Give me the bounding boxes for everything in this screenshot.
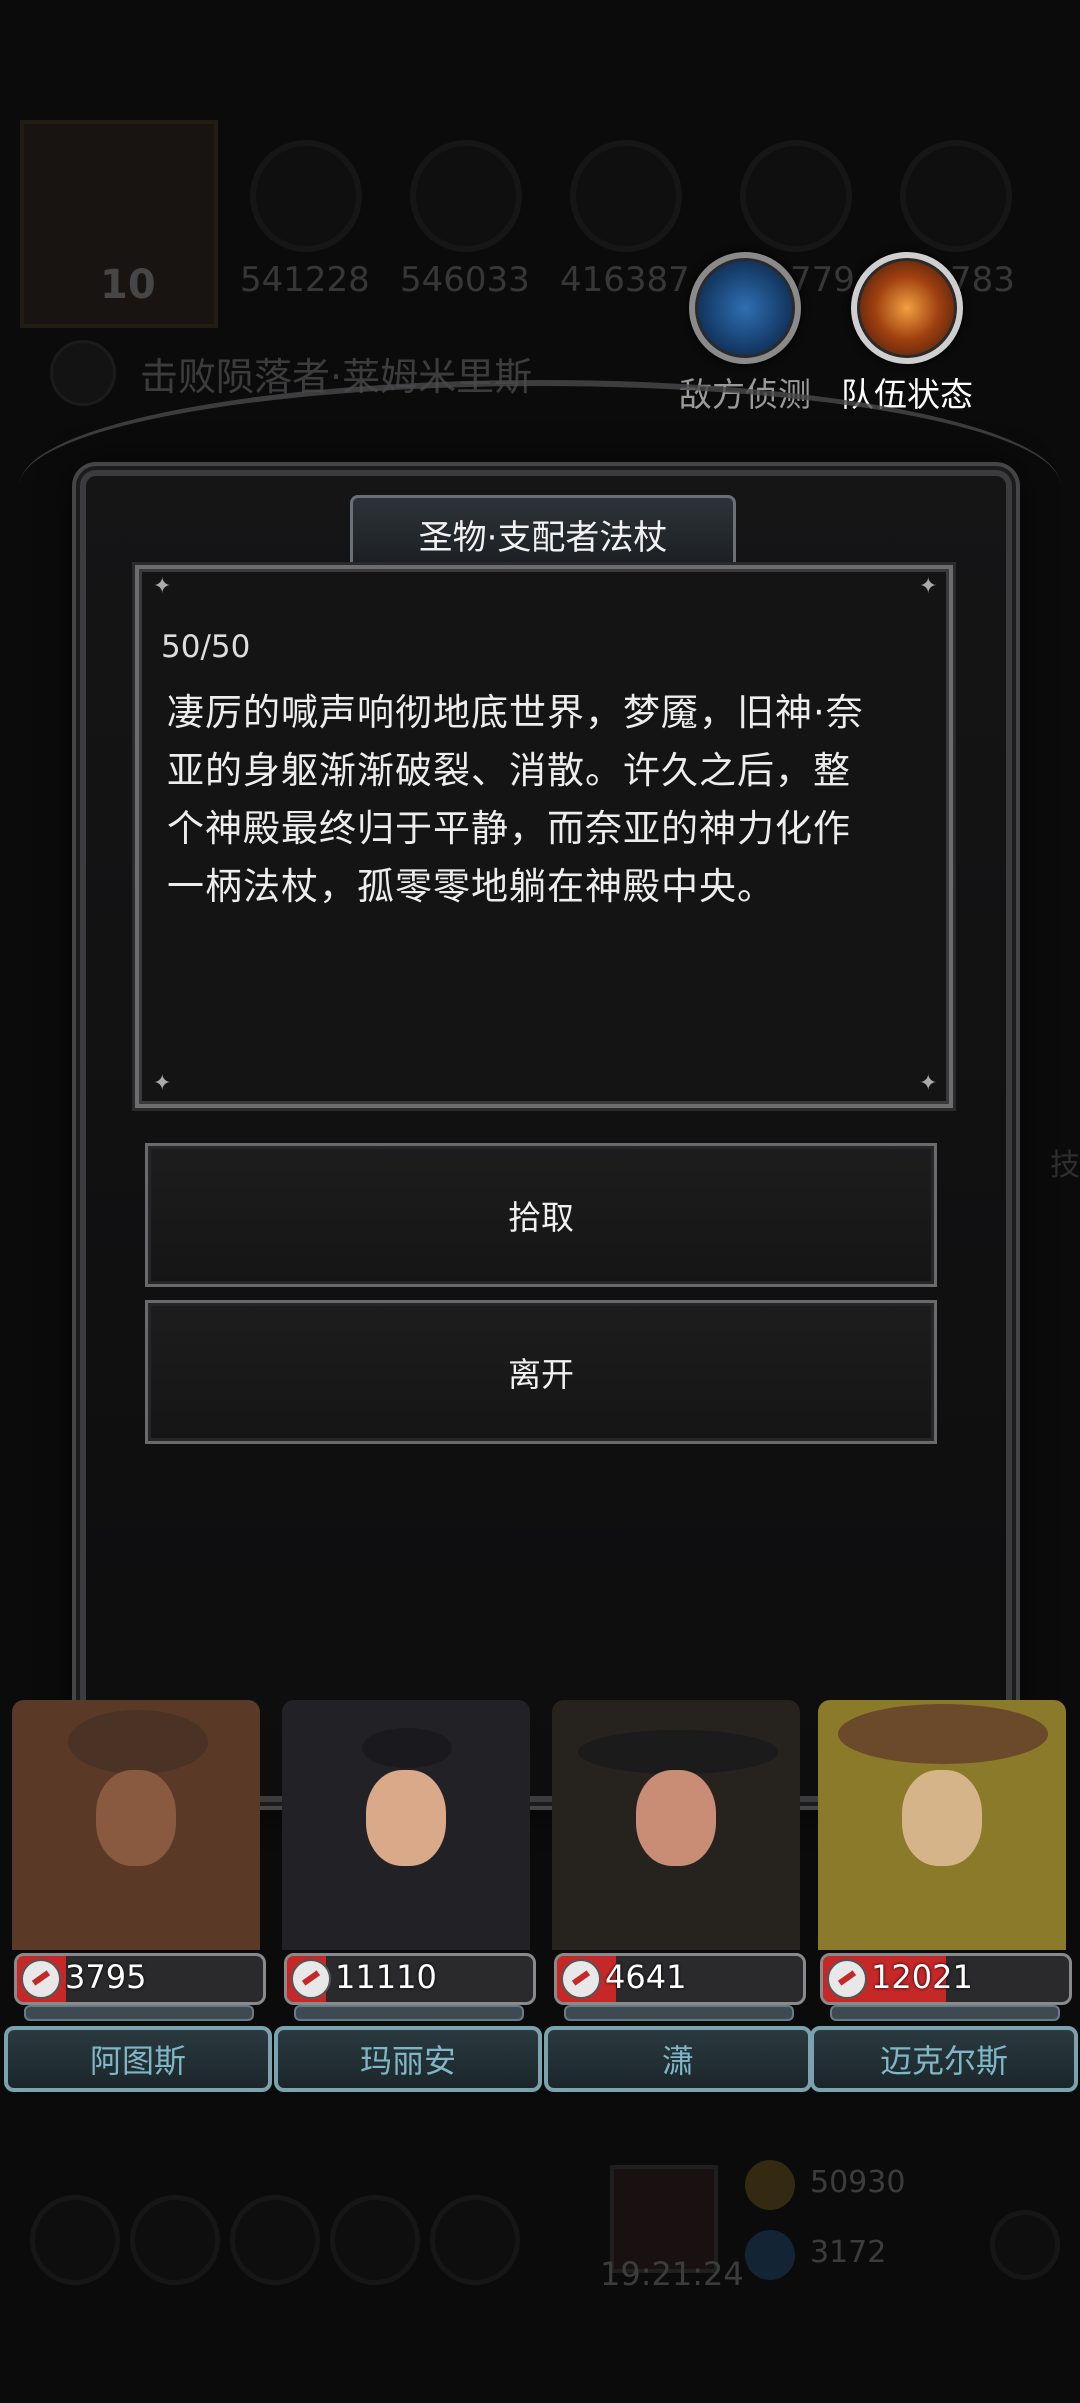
- story-line: 个神殿最终归于平静，而奈亚的神力化作: [167, 807, 851, 850]
- hp-value: 4641: [605, 1958, 687, 1996]
- gem-icon: [745, 2230, 795, 2280]
- hero-face: [902, 1770, 982, 1866]
- side-text: 技: [1050, 1148, 1080, 1183]
- gold-icon: [745, 2160, 795, 2210]
- energy-bar: [294, 2005, 524, 2021]
- fire-icon: [851, 252, 963, 364]
- sword-icon: [561, 1959, 601, 1999]
- menu-icon-4: [330, 2195, 420, 2285]
- dialog-title: 圣物·支配者法杖: [418, 517, 668, 558]
- stat-icon-5: [900, 140, 1012, 252]
- hat: [68, 1710, 208, 1774]
- story-panel: ✦ ✦ ✦ ✦ 50/50 凄厉的喊声响彻地底世界，梦魇，旧神·奈 亚的身躯渐渐…: [135, 565, 953, 1108]
- hero-card[interactable]: 4641 潇: [542, 1700, 812, 2092]
- sword-icon: [827, 1959, 867, 1999]
- bottom-bar: 19:21:24 50930 3172: [0, 2150, 1080, 2350]
- gem-amount: 3172: [810, 2235, 887, 2270]
- hp-value: 11110: [335, 1958, 437, 1996]
- hero-name: 潇: [544, 2026, 812, 2092]
- corner-ornament: ✦: [153, 1071, 172, 1096]
- radar-icon: [689, 252, 801, 364]
- sword-icon: [291, 1959, 331, 1999]
- hero-portrait: [282, 1700, 530, 1950]
- energy-bar: [830, 2005, 1060, 2021]
- hero-face: [636, 1770, 716, 1866]
- hp-bar: 11110: [284, 1953, 536, 2005]
- menu-icon-5: [430, 2195, 520, 2285]
- hero-face: [366, 1770, 446, 1866]
- hp-bar: 12021: [820, 1953, 1072, 2005]
- stat-value-2: 546033: [400, 260, 530, 300]
- stat-icon-3: [570, 140, 682, 252]
- hp-value: 12021: [871, 1958, 973, 1996]
- leave-button[interactable]: 离开: [145, 1300, 937, 1444]
- story-line: 一柄法杖，孤零零地躺在神殿中央。: [167, 865, 775, 908]
- energy-bar: [564, 2005, 794, 2021]
- hp-bar: 3795: [14, 1953, 266, 2005]
- hero-face: [96, 1770, 176, 1866]
- corner-ornament: ✦: [153, 574, 172, 599]
- hero-name: 迈克尔斯: [810, 2026, 1078, 2092]
- stat-icon-4: [740, 140, 852, 252]
- menu-icon-3: [230, 2195, 320, 2285]
- antlers: [838, 1704, 1048, 1764]
- story-text: 凄厉的喊声响彻地底世界，梦魇，旧神·奈 亚的身躯渐渐破裂、消散。许久之后，整 个…: [167, 684, 917, 916]
- energy-bar: [24, 2005, 254, 2021]
- story-line: 亚的身躯渐渐破裂、消散。许久之后，整: [167, 749, 851, 792]
- hero-card[interactable]: 11110 玛丽安: [272, 1700, 542, 2092]
- menu-icon-2: [130, 2195, 220, 2285]
- gold-amount: 50930: [810, 2165, 906, 2200]
- hero-card[interactable]: 12021 迈克尔斯: [808, 1700, 1078, 2092]
- add-icon: [990, 2210, 1060, 2280]
- team-status-button[interactable]: 队伍状态: [822, 252, 992, 416]
- hp-value: 3795: [65, 1958, 147, 1996]
- corner-ornament: ✦: [919, 1071, 938, 1096]
- hero-card[interactable]: 3795 阿图斯: [2, 1700, 272, 2092]
- hat: [578, 1730, 778, 1774]
- quest-icon: [50, 340, 116, 406]
- hero-portrait: [12, 1700, 260, 1950]
- hero-portrait: [552, 1700, 800, 1950]
- menu-icon-1: [30, 2195, 120, 2285]
- story-line: 凄厉的喊声响彻地底世界，梦魇，旧神·奈: [167, 691, 864, 734]
- event-counter: 50/50: [161, 629, 251, 665]
- veil: [362, 1728, 452, 1768]
- stat-value-1: 541228: [240, 260, 370, 300]
- pickup-button[interactable]: 拾取: [145, 1143, 937, 1287]
- dialog-title-plate: 圣物·支配者法杖: [350, 495, 736, 573]
- stat-icon-2: [410, 140, 522, 252]
- hero-name: 阿图斯: [4, 2026, 272, 2092]
- hp-bar: 4641: [554, 1953, 806, 2005]
- stat-icon-1: [250, 140, 362, 252]
- hero-name: 玛丽安: [274, 2026, 542, 2092]
- hero-portrait: [818, 1700, 1066, 1950]
- sword-icon: [21, 1959, 61, 1999]
- corner-ornament: ✦: [919, 574, 938, 599]
- gift-timer: 19:21:24: [600, 2255, 744, 2293]
